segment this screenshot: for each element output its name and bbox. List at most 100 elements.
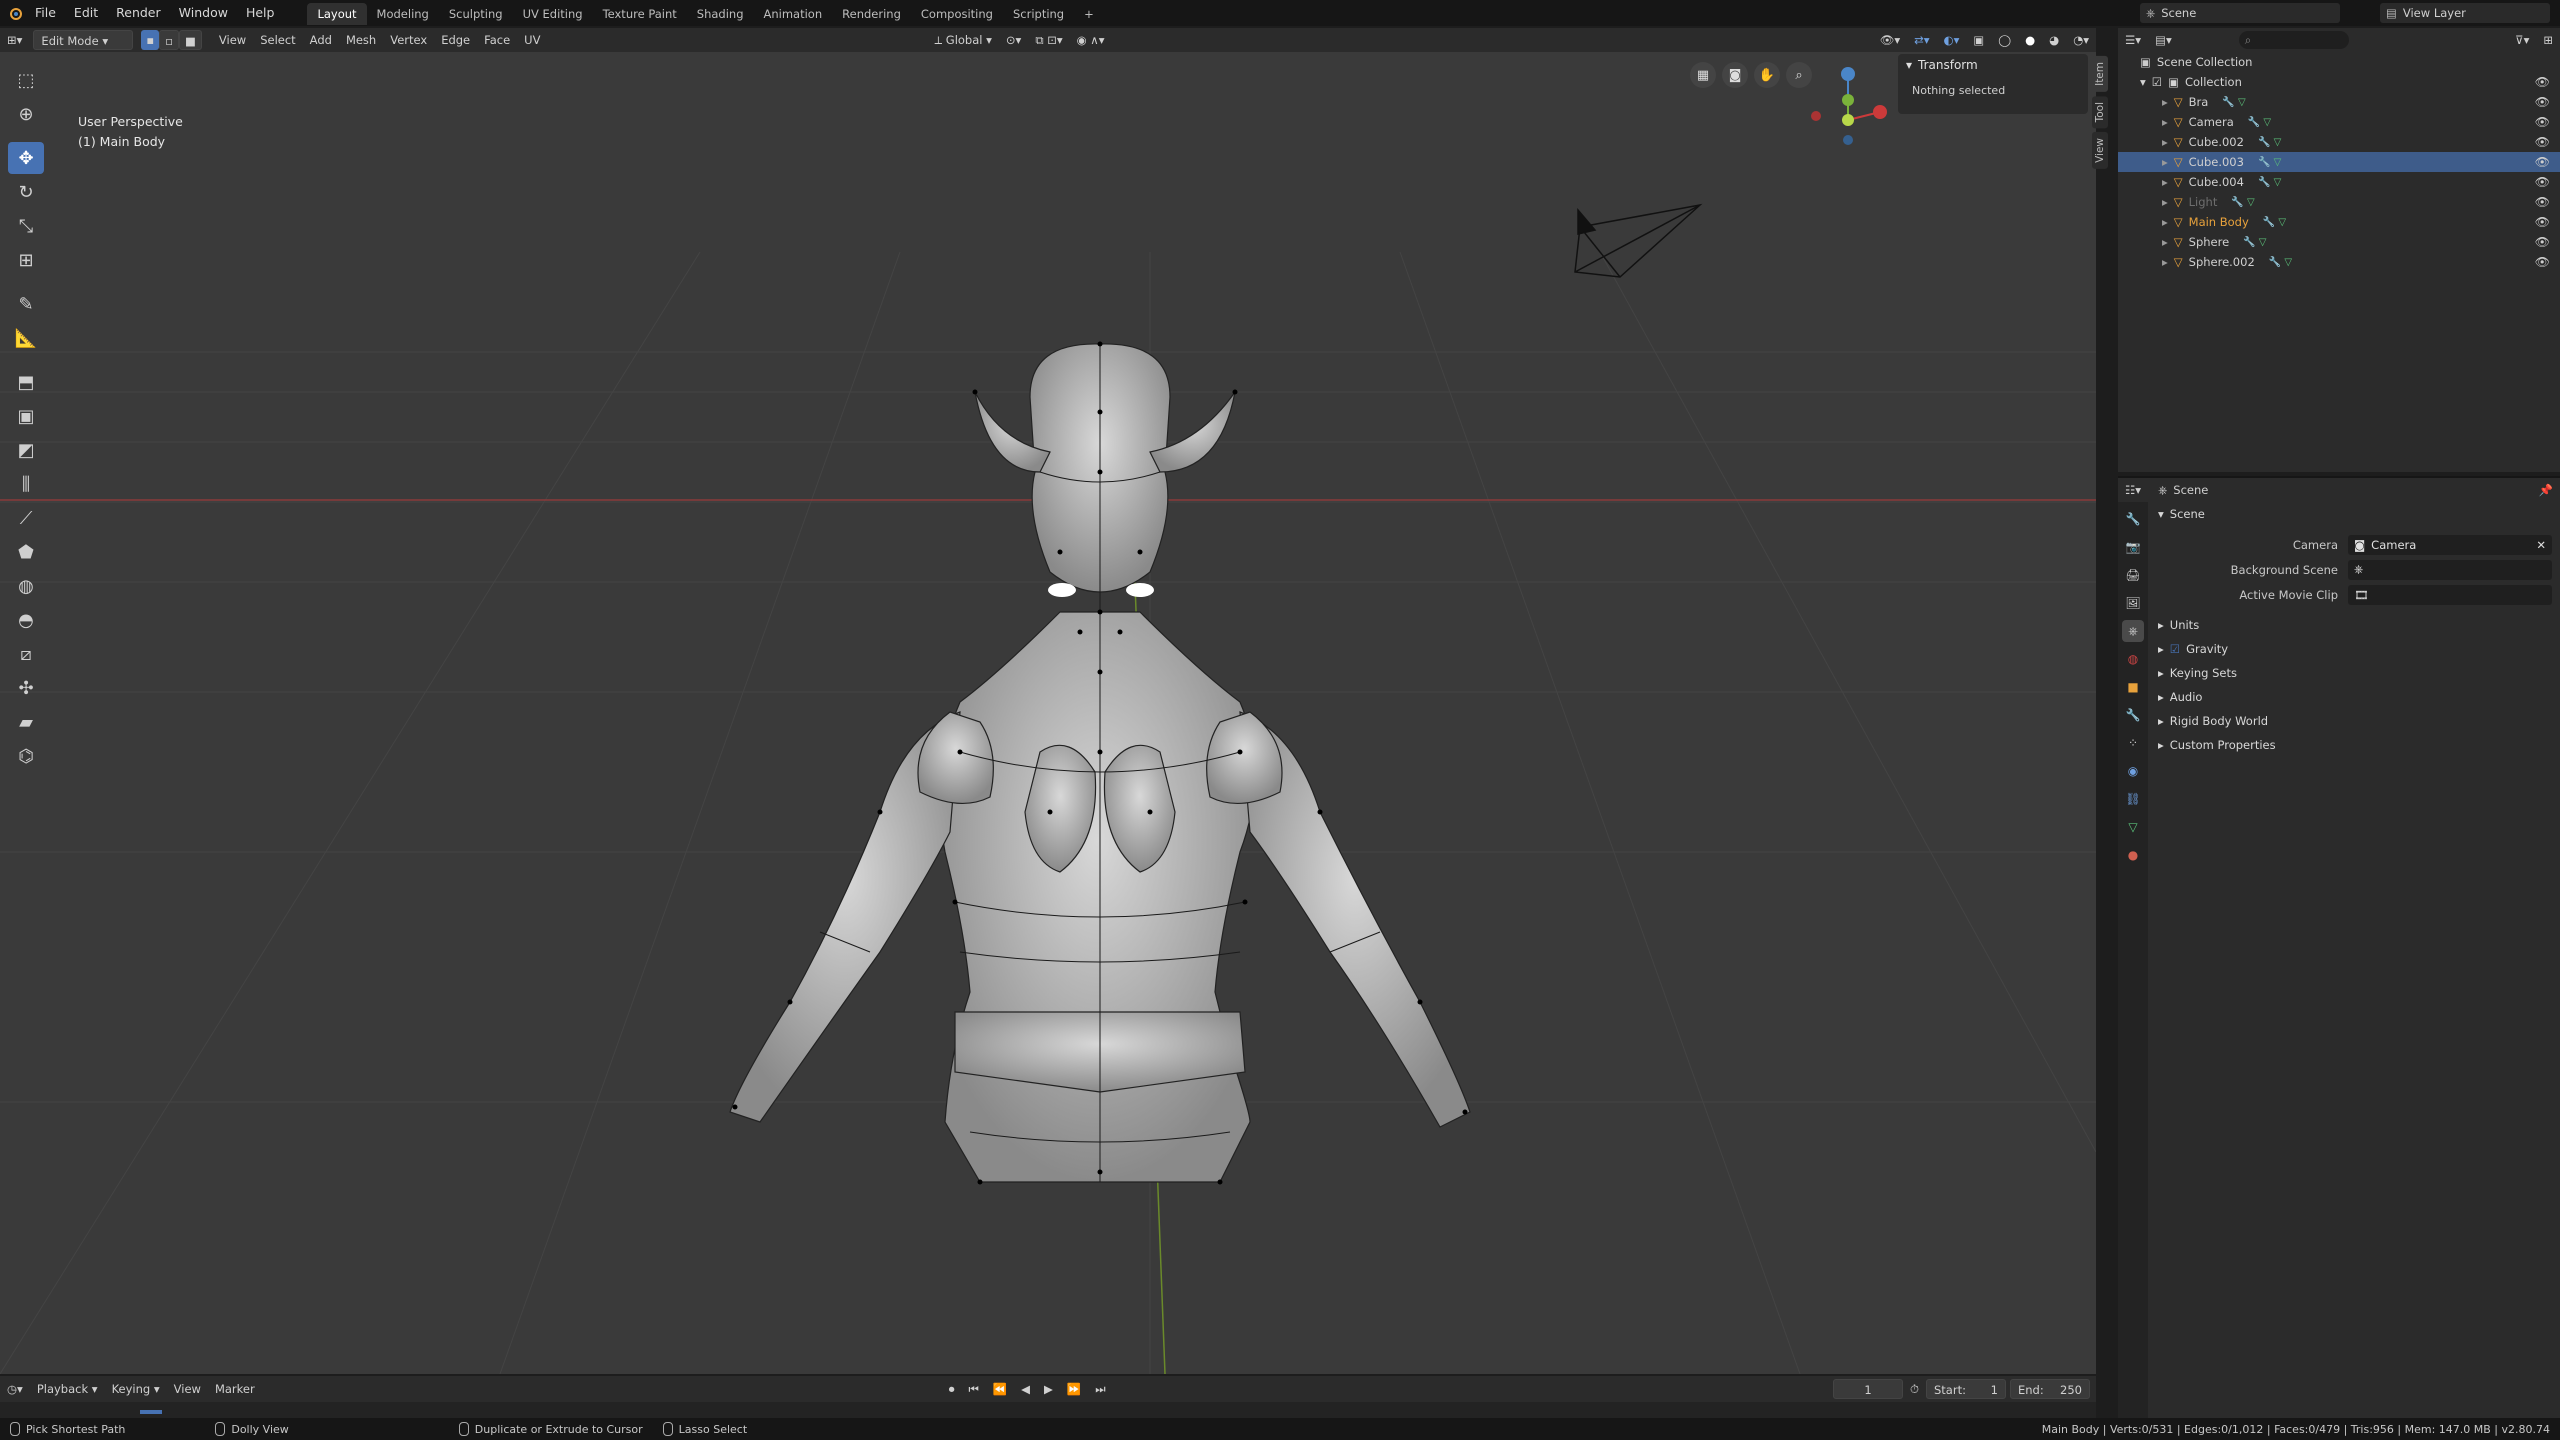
outliner-item-sphere[interactable]: ▸ ▽ Sphere 🔧 ▽ 👁 xyxy=(2118,232,2560,252)
solid-shading-icon[interactable]: ● xyxy=(2018,30,2042,50)
overlays-toggle-icon[interactable]: ◐▾ xyxy=(1937,30,1967,50)
jump-end-icon[interactable]: ⏭ xyxy=(1088,1379,1112,1399)
collapse-arrow-icon[interactable]: ▾ xyxy=(2140,75,2146,89)
pan-hand-icon[interactable]: ✋ xyxy=(1754,62,1780,88)
modifier-data-icon[interactable]: 🔧 ▽ xyxy=(2222,97,2245,108)
modifier-data-icon[interactable]: 🔧 ▽ xyxy=(2243,237,2266,248)
cursor-icon[interactable]: ⊕ xyxy=(8,98,44,130)
axis-gizmo[interactable] xyxy=(1800,60,1890,150)
proportional-edit-icon[interactable]: ◉ ∧▾ xyxy=(1070,30,1112,50)
modifier-data-icon[interactable]: 🔧 ▽ xyxy=(2258,157,2281,168)
eye-icon[interactable]: 👁 xyxy=(2535,155,2550,169)
constraints-properties-icon[interactable]: ⛓ xyxy=(2122,788,2144,810)
collection-row[interactable]: ▾ ☑ ▣ Collection 👁 xyxy=(2118,72,2560,92)
measure-icon[interactable]: 📐 xyxy=(8,322,44,354)
inset-icon[interactable]: ▣ xyxy=(8,400,44,432)
modifier-data-icon[interactable]: 🔧 ▽ xyxy=(2269,257,2292,268)
outliner-editor-type-icon[interactable]: ☰▾ xyxy=(2118,30,2148,50)
modifier-data-icon[interactable]: 🔧 ▽ xyxy=(2258,177,2281,188)
rotate-icon[interactable]: ↻ xyxy=(8,176,44,208)
view-layer-properties-icon[interactable]: 🖼 xyxy=(2122,592,2144,614)
eye-icon[interactable]: 👁 xyxy=(2535,135,2550,149)
tab-scripting[interactable]: Scripting xyxy=(1003,3,1074,25)
tool-settings-icon[interactable]: 🔧 xyxy=(2122,508,2144,530)
blender-logo-icon[interactable] xyxy=(4,0,26,26)
output-properties-icon[interactable]: 🖨 xyxy=(2122,564,2144,586)
poly-build-icon[interactable]: ⬟ xyxy=(8,536,44,568)
edge-select-icon[interactable]: ▫ xyxy=(159,30,180,50)
menu-face[interactable]: Face xyxy=(477,30,517,50)
rendered-shading-icon[interactable]: ◔▾ xyxy=(2066,30,2096,50)
checkbox-icon[interactable]: ☑ xyxy=(2152,75,2162,89)
camera-view-icon[interactable]: ▦ xyxy=(1690,62,1716,88)
scene-collection-row[interactable]: ▣ Scene Collection xyxy=(2118,52,2560,72)
material-properties-icon[interactable]: ● xyxy=(2122,844,2144,866)
material-shading-icon[interactable]: ◕ xyxy=(2042,30,2066,50)
play-icon[interactable]: ▶ xyxy=(1037,1379,1060,1399)
data-properties-icon[interactable]: ▽ xyxy=(2122,816,2144,838)
menu-edge[interactable]: Edge xyxy=(434,30,477,50)
jump-start-icon[interactable]: ⏮ xyxy=(961,1379,985,1399)
shear-icon[interactable]: ▰ xyxy=(8,706,44,738)
active-movie-clip-field[interactable]: 🎞 xyxy=(2348,584,2552,605)
eye-icon[interactable]: 👁 xyxy=(2535,115,2550,129)
tab-item[interactable]: Item xyxy=(2092,56,2108,92)
play-reverse-icon[interactable]: ◀ xyxy=(1014,1379,1037,1399)
rigid-body-world-section[interactable]: ▸ Rigid Body World xyxy=(2148,709,2560,733)
modifier-properties-icon[interactable]: 🔧 xyxy=(2122,704,2144,726)
next-keyframe-icon[interactable]: ⏩ xyxy=(1060,1379,1088,1399)
scene-properties-icon[interactable]: ⎈ xyxy=(2122,620,2144,642)
tab-compositing[interactable]: Compositing xyxy=(911,3,1003,25)
wireframe-shading-icon[interactable]: ◯ xyxy=(1991,30,2018,50)
outliner-item-light[interactable]: ▸ ▽ Light 🔧 ▽ 👁 xyxy=(2118,192,2560,212)
menu-keying[interactable]: Keying ▾ xyxy=(105,1379,167,1399)
tab-rendering[interactable]: Rendering xyxy=(832,3,911,25)
eye-icon[interactable]: 👁 xyxy=(2535,175,2550,189)
loop-cut-icon[interactable]: ⫼ xyxy=(8,468,44,500)
expand-arrow-icon[interactable]: ▸ xyxy=(2162,95,2168,109)
particles-properties-icon[interactable]: ⁘ xyxy=(2122,732,2144,754)
gravity-section[interactable]: ▸ ☑ Gravity xyxy=(2148,637,2560,661)
outliner-item-bra[interactable]: ▸ ▽ Bra 🔧 ▽ 👁 xyxy=(2118,92,2560,112)
move-icon[interactable]: ✥ xyxy=(8,142,44,174)
view-layer-selector[interactable]: ▤ View Layer xyxy=(2380,3,2550,23)
tab-modeling[interactable]: Modeling xyxy=(367,3,439,25)
expand-arrow-icon[interactable]: ▸ xyxy=(2162,235,2168,249)
transform-icon[interactable]: ⊞ xyxy=(8,244,44,276)
render-properties-icon[interactable]: 📷 xyxy=(2122,536,2144,558)
xray-toggle-icon[interactable]: ▣ xyxy=(1966,30,1991,50)
viewport-canvas[interactable] xyxy=(0,52,2096,1374)
record-icon[interactable]: ⏺ xyxy=(942,1379,962,1399)
transform-orientation-dropdown[interactable]: ⟂ Global ▾ xyxy=(927,30,998,50)
eye-icon[interactable]: 👁 xyxy=(2535,235,2550,249)
tab-texture-paint[interactable]: Texture Paint xyxy=(593,3,687,25)
select-box-icon[interactable]: ⬚ xyxy=(8,64,44,96)
bevel-icon[interactable]: ◩ xyxy=(8,434,44,466)
playhead[interactable] xyxy=(140,1410,162,1414)
outliner-item-camera[interactable]: ▸ ▽ Camera 🔧 ▽ 👁 xyxy=(2118,112,2560,132)
tab-sculpting[interactable]: Sculpting xyxy=(439,3,513,25)
visibility-icon[interactable]: 👁▾ xyxy=(1873,30,1907,50)
tab-layout[interactable]: Layout xyxy=(307,3,367,25)
eye-icon[interactable]: 👁 xyxy=(2535,95,2550,109)
timeline-editor-type-icon[interactable]: ◷▾ xyxy=(0,1379,30,1399)
transform-panel-header[interactable]: ▾ Transform xyxy=(1898,54,2088,76)
modifier-data-icon[interactable]: 🔧 ▽ xyxy=(2231,197,2254,208)
menu-window[interactable]: Window xyxy=(170,0,237,26)
prev-keyframe-icon[interactable]: ⏪ xyxy=(986,1379,1014,1399)
eye-icon[interactable]: 👁 xyxy=(2535,255,2550,269)
editor-type-button[interactable]: ⊞▾ xyxy=(0,30,29,50)
modifier-data-icon[interactable]: 🔧 ▽ xyxy=(2248,117,2271,128)
add-workspace-button[interactable]: + xyxy=(1074,3,1104,25)
outliner-item-sphere-002[interactable]: ▸ ▽ Sphere.002 🔧 ▽ 👁 xyxy=(2118,252,2560,272)
face-select-icon[interactable]: ■ xyxy=(179,30,202,50)
menu-select[interactable]: Select xyxy=(253,30,302,50)
menu-help[interactable]: Help xyxy=(237,0,284,26)
world-properties-icon[interactable]: ◍ xyxy=(2122,648,2144,670)
expand-arrow-icon[interactable]: ▸ xyxy=(2162,215,2168,229)
scene-section-header[interactable]: ▾ Scene xyxy=(2148,502,2560,526)
tab-animation[interactable]: Animation xyxy=(754,3,833,25)
filter-icon[interactable]: ⊽▾ xyxy=(2508,30,2536,50)
extrude-icon[interactable]: ⬒ xyxy=(8,366,44,398)
outliner-item-cube-002[interactable]: ▸ ▽ Cube.002 🔧 ▽ 👁 xyxy=(2118,132,2560,152)
